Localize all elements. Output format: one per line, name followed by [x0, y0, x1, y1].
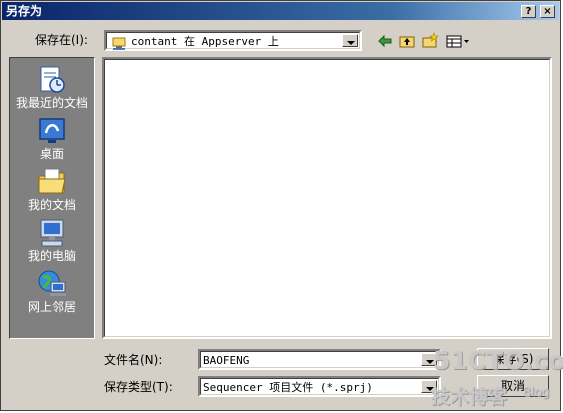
title-bar[interactable]: 另存为 ? × [2, 2, 559, 20]
watermark-tagline: 技术博客 [431, 386, 508, 408]
place-label: 桌面 [39, 147, 64, 161]
place-my-documents[interactable]: 我的文档 [10, 164, 94, 214]
place-recent-documents[interactable]: 我最近的文档 [10, 62, 94, 112]
close-button[interactable]: × [540, 5, 555, 18]
watermark-blog: Blog [523, 385, 550, 399]
save-as-dialog: 另存为 ? × 保存在(I): contant 在 Appserver 上 我最… [0, 0, 563, 411]
file-type-value: Sequencer 项目文件 (*.sprj) [203, 381, 373, 394]
recent-documents-icon [40, 66, 65, 93]
file-type-label: 保存类型(T): [104, 380, 173, 394]
new-folder-icon[interactable] [421, 32, 439, 50]
my-computer-icon [40, 219, 64, 247]
place-label: 我的电脑 [27, 249, 76, 263]
places-bar: 我最近的文档 桌面 我的文档 我的电脑 网上邻居 [9, 57, 95, 339]
place-my-computer[interactable]: 我的电脑 [10, 215, 94, 265]
network-places-icon [38, 270, 66, 296]
save-in-combo[interactable]: contant 在 Appserver 上 [104, 30, 362, 51]
up-one-level-icon[interactable] [398, 32, 416, 50]
dialog-title: 另存为 [6, 4, 43, 18]
file-name-input[interactable]: BAOFENG [203, 353, 249, 369]
my-documents-icon [38, 168, 66, 194]
file-list[interactable] [102, 57, 552, 339]
help-button[interactable]: ? [521, 5, 536, 18]
place-desktop[interactable]: 桌面 [10, 113, 94, 163]
place-label: 我最近的文档 [15, 96, 88, 110]
place-label: 我的文档 [27, 198, 76, 212]
place-network[interactable]: 网上邻居 [10, 266, 94, 316]
save-in-dropdown-button[interactable] [342, 34, 358, 47]
file-name-combo[interactable]: BAOFENG [198, 349, 441, 370]
watermark-site: 51CTO.com [433, 346, 563, 375]
save-in-label: 保存在(I): [35, 33, 88, 47]
view-menu-icon[interactable] [445, 32, 471, 50]
file-name-label: 文件名(N): [104, 353, 163, 367]
network-folder-icon [112, 37, 126, 50]
file-type-combo[interactable]: Sequencer 项目文件 (*.sprj) [198, 376, 441, 397]
place-label: 网上邻居 [27, 300, 76, 314]
save-in-value: contant 在 Appserver 上 [131, 35, 279, 48]
desktop-icon [39, 118, 65, 143]
back-icon[interactable] [376, 32, 394, 50]
